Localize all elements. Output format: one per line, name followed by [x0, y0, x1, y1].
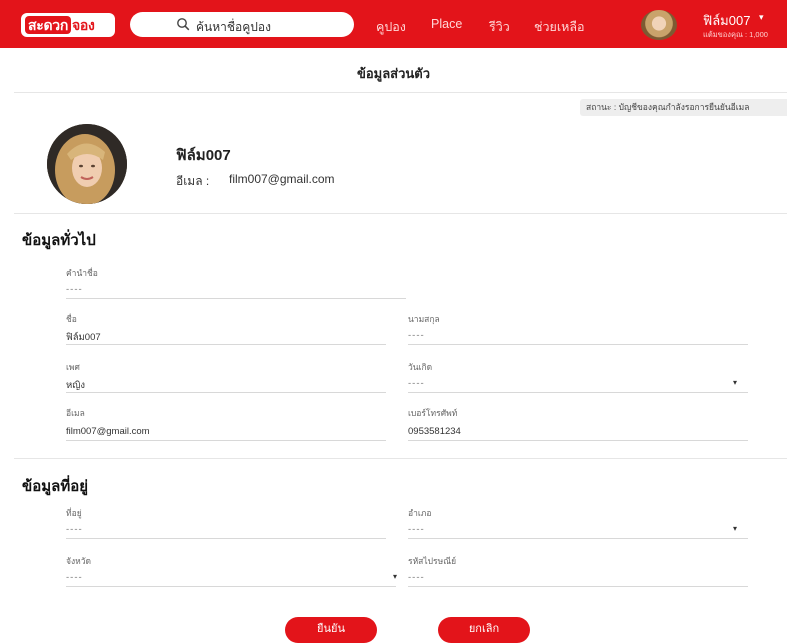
- search-placeholder: ค้นหาชื่อคูปอง: [196, 20, 271, 34]
- nav-place[interactable]: Place: [431, 17, 462, 31]
- province-underline: [66, 586, 396, 587]
- nav-coupon[interactable]: คูปอง: [376, 17, 406, 37]
- email-label: อีเมล: [66, 408, 85, 418]
- prefix-label: คำนำชื่อ: [66, 268, 98, 278]
- province-label: จังหวัด: [66, 556, 92, 566]
- chevron-down-icon[interactable]: ▾: [393, 572, 397, 581]
- search-input[interactable]: ค้นหาชื่อคูปอง: [130, 12, 354, 37]
- district-select[interactable]: ----: [408, 524, 425, 535]
- postal-code-field[interactable]: ----: [408, 572, 425, 583]
- logo-text-2: จอง: [72, 17, 95, 33]
- phone-field[interactable]: 0953581234: [408, 426, 461, 437]
- top-navigation-bar: สะดวก จอง ค้นหาชื่อคูปอง คูปอง Place รีวิ…: [0, 0, 787, 48]
- birthday-select[interactable]: ----: [408, 378, 425, 389]
- chevron-down-icon[interactable]: ▾: [733, 524, 737, 533]
- nav-help[interactable]: ช่วยเหลือ: [534, 17, 585, 37]
- email-field[interactable]: film007@gmail.com: [66, 426, 150, 437]
- divider: [14, 92, 787, 93]
- status-badge: สถานะ : บัญชีของคุณกำลังรอการยืนยันอีเมล: [580, 99, 787, 116]
- district-underline: [408, 538, 748, 539]
- birthday-label: วันเกิด: [408, 362, 433, 372]
- address-label: ที่อยู่: [66, 508, 82, 518]
- first-name-label: ชื่อ: [66, 314, 77, 324]
- profile-photo-image: [47, 124, 127, 204]
- section-title-address: ข้อมูลที่อยู่: [22, 478, 89, 495]
- postal-code-label: รหัสไปรษณีย์: [408, 556, 457, 566]
- confirm-button[interactable]: ยืนยัน: [285, 617, 377, 643]
- first-name-underline: [66, 344, 386, 345]
- profile-avatar[interactable]: [47, 124, 127, 204]
- chevron-down-icon[interactable]: ▾: [759, 12, 764, 23]
- cancel-button[interactable]: ยกเลิก: [438, 617, 530, 643]
- profile-name: ฟิล์ม007: [176, 147, 231, 164]
- first-name-field[interactable]: ฟิล์ม007: [66, 330, 101, 345]
- email-underline: [66, 440, 386, 441]
- divider: [14, 458, 787, 459]
- page-title: ข้อมูลส่วนตัว: [356, 66, 431, 81]
- profile-email-label: อีเมล :: [176, 174, 210, 188]
- district-label: อำเภอ: [408, 508, 432, 518]
- phone-underline: [408, 440, 748, 441]
- divider: [14, 213, 787, 214]
- last-name-underline: [408, 344, 748, 345]
- prefix-field[interactable]: ----: [66, 284, 83, 295]
- user-name-menu[interactable]: ฟิล์ม007: [703, 10, 750, 31]
- postal-code-underline: [408, 586, 748, 587]
- last-name-label: นามสกุล: [408, 314, 440, 324]
- province-select[interactable]: ----: [66, 572, 83, 583]
- gender-field[interactable]: หญิง: [66, 378, 85, 393]
- profile-email: film007@gmail.com: [229, 172, 335, 186]
- birthday-underline: [408, 392, 748, 393]
- search-icon: [177, 18, 190, 31]
- site-logo[interactable]: สะดวก จอง: [21, 13, 115, 37]
- nav-review[interactable]: รีวิว: [489, 17, 510, 37]
- phone-label: เบอร์โทรศัพท์: [408, 408, 458, 418]
- gender-underline: [66, 392, 386, 393]
- user-points: แต้มของคุณ : 1,000: [703, 30, 768, 39]
- prefix-underline: [66, 298, 406, 299]
- gender-label: เพศ: [66, 362, 80, 372]
- address-field[interactable]: ----: [66, 524, 83, 535]
- address-underline: [66, 538, 386, 539]
- section-title-general: ข้อมูลทั่วไป: [22, 232, 96, 249]
- user-avatar[interactable]: [641, 10, 677, 40]
- last-name-field[interactable]: ----: [408, 330, 425, 341]
- logo-text-1: สะดวก: [25, 16, 71, 34]
- chevron-down-icon[interactable]: ▾: [733, 378, 737, 387]
